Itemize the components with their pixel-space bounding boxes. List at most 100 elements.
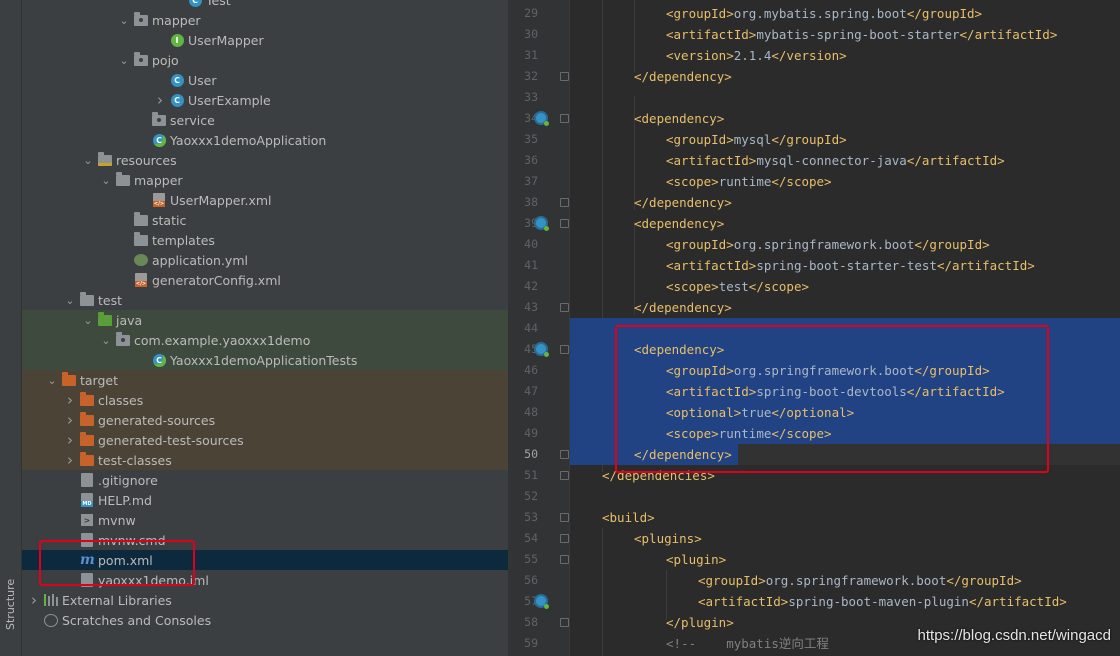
line-number: 58 [524, 615, 538, 629]
expand-chevron-down-icon[interactable]: ⌄ [46, 370, 58, 390]
code-line[interactable]: <plugins> [570, 528, 702, 549]
code-line[interactable]: </plugin> [570, 612, 734, 633]
tree-item[interactable]: › External Libraries [22, 590, 508, 610]
fold-marker-icon[interactable] [560, 450, 569, 459]
code-line[interactable]: </dependency> [570, 297, 732, 318]
code-line[interactable]: <groupId>org.springframework.boot</group… [570, 570, 1022, 591]
tree-item[interactable]: ⌄ com.example.yaoxxx1demo [22, 330, 508, 350]
tree-item[interactable]: ⌄ pojo [22, 50, 508, 70]
code-line[interactable]: <scope>test</scope> [570, 276, 809, 297]
code-line[interactable]: <dependency> [570, 213, 724, 234]
expand-chevron-down-icon[interactable]: ⌄ [100, 330, 112, 350]
structure-tab-label[interactable]: Structure [4, 579, 17, 630]
tree-item[interactable]: ⌄ mapper [22, 10, 508, 30]
tree-item[interactable]: ⌄ resources [22, 150, 508, 170]
tree-item[interactable]: › generated-test-sources [22, 430, 508, 450]
code-line[interactable]: <groupId>mysql</groupId> [570, 129, 847, 150]
xml-tag: <groupId> [666, 132, 734, 147]
tree-item[interactable]: I UserMapper [22, 30, 508, 50]
xml-tag: <dependency> [634, 111, 725, 126]
xml-text: spring-boot-maven-plugin [788, 594, 969, 609]
code-line[interactable]: <artifactId>mybatis-spring-boot-starter<… [570, 24, 1057, 45]
tree-item[interactable]: HELP.md [22, 490, 508, 510]
tree-item[interactable]: generatorConfig.xml [22, 270, 508, 290]
fold-marker-icon[interactable] [560, 114, 569, 123]
maven-dependency-gutter-icon[interactable] [534, 594, 549, 609]
fold-marker-icon[interactable] [560, 303, 569, 312]
expand-chevron-down-icon[interactable]: ⌄ [118, 50, 130, 70]
package-icon [134, 11, 148, 27]
code-line[interactable]: <build> [570, 507, 655, 528]
tree-item[interactable]: ⌄ mapper [22, 170, 508, 190]
code-line[interactable]: <version>2.1.4</version> [570, 45, 847, 66]
tree-item[interactable]: C User [22, 70, 508, 90]
tree-item-label: External Libraries [62, 592, 172, 608]
fold-marker-icon[interactable] [560, 72, 569, 81]
tree-item[interactable]: .gitignore [22, 470, 508, 490]
code-line[interactable]: </dependency> [570, 192, 732, 213]
code-line[interactable]: <artifactId>spring-boot-starter-test</ar… [570, 255, 1035, 276]
expand-chevron-right-icon[interactable]: › [64, 450, 76, 470]
structure-tool-strip[interactable]: Structure [0, 0, 22, 656]
xml-text: org.mybatis.spring.boot [733, 6, 907, 21]
expand-chevron-down-icon[interactable]: ⌄ [82, 150, 94, 170]
tree-item[interactable]: › generated-sources [22, 410, 508, 430]
tree-item[interactable]: static [22, 210, 508, 230]
fold-marker-icon[interactable] [560, 219, 569, 228]
tree-item-label: generated-test-sources [98, 432, 244, 448]
fold-marker-icon[interactable] [560, 618, 569, 627]
tree-item[interactable]: ⌄ java [22, 310, 508, 330]
code-line[interactable]: <artifactId>spring-boot-maven-plugin</ar… [570, 591, 1067, 612]
tree-item[interactable]: › test-classes [22, 450, 508, 470]
expand-chevron-right-icon[interactable]: › [64, 410, 76, 430]
line-number: 49 [524, 426, 538, 440]
line-number: 33 [524, 90, 538, 104]
line-number: 56 [524, 573, 538, 587]
tree-item[interactable]: C Test [22, 0, 508, 10]
code-line[interactable]: <!-- mybatis逆向工程 [570, 633, 829, 654]
tree-item-label: service [170, 112, 215, 128]
expand-chevron-down-icon[interactable]: ⌄ [82, 310, 94, 330]
maven-dependency-gutter-icon[interactable] [534, 342, 549, 357]
expand-chevron-down-icon[interactable]: ⌄ [64, 290, 76, 310]
expand-chevron-right-icon[interactable]: › [28, 590, 40, 610]
code-line[interactable]: <groupId>org.springframework.boot</group… [570, 234, 990, 255]
expand-chevron-right-icon[interactable]: › [64, 430, 76, 450]
fold-marker-icon[interactable] [560, 471, 569, 480]
tree-item[interactable]: Scratches and Consoles [22, 610, 508, 630]
tree-item[interactable]: service [22, 110, 508, 130]
fold-marker-icon[interactable] [560, 513, 569, 522]
expand-chevron-right-icon[interactable]: › [154, 90, 166, 110]
tree-item[interactable]: ⌄ test [22, 290, 508, 310]
fold-marker-icon[interactable] [560, 198, 569, 207]
tree-item[interactable]: C Yaoxxx1demoApplication [22, 130, 508, 150]
tree-item[interactable]: C Yaoxxx1demoApplicationTests [22, 350, 508, 370]
code-line[interactable]: <scope>runtime</scope> [570, 171, 832, 192]
fold-marker-icon[interactable] [560, 534, 569, 543]
tree-item[interactable]: application.yml [22, 250, 508, 270]
expand-chevron-down-icon[interactable]: ⌄ [100, 170, 112, 190]
maven-dependency-gutter-icon[interactable] [534, 216, 549, 231]
tree-item[interactable]: › C UserExample [22, 90, 508, 110]
xml-tag: </artifactId> [906, 153, 1005, 168]
code-line[interactable]: <plugin> [570, 549, 726, 570]
fold-marker-icon[interactable] [560, 555, 569, 564]
maven-dependency-gutter-icon[interactable] [534, 111, 549, 126]
code-line[interactable]: </dependency> [570, 66, 732, 87]
code-line[interactable]: <groupId>org.mybatis.spring.boot</groupI… [570, 3, 982, 24]
fold-marker-icon[interactable] [560, 345, 569, 354]
tree-item[interactable]: > mvnw [22, 510, 508, 530]
expand-chevron-right-icon[interactable]: › [64, 390, 76, 410]
line-number: 48 [524, 405, 538, 419]
code-line[interactable]: <artifactId>mysql-connector-java</artifa… [570, 150, 1005, 171]
tree-item-label: .gitignore [98, 472, 158, 488]
code-line[interactable]: <dependency> [570, 108, 724, 129]
tree-item[interactable]: › classes [22, 390, 508, 410]
tree-item[interactable]: ⌄ target [22, 370, 508, 390]
expand-chevron-down-icon[interactable]: ⌄ [118, 10, 130, 30]
tree-item[interactable]: templates [22, 230, 508, 250]
tree-item[interactable]: UserMapper.xml [22, 190, 508, 210]
